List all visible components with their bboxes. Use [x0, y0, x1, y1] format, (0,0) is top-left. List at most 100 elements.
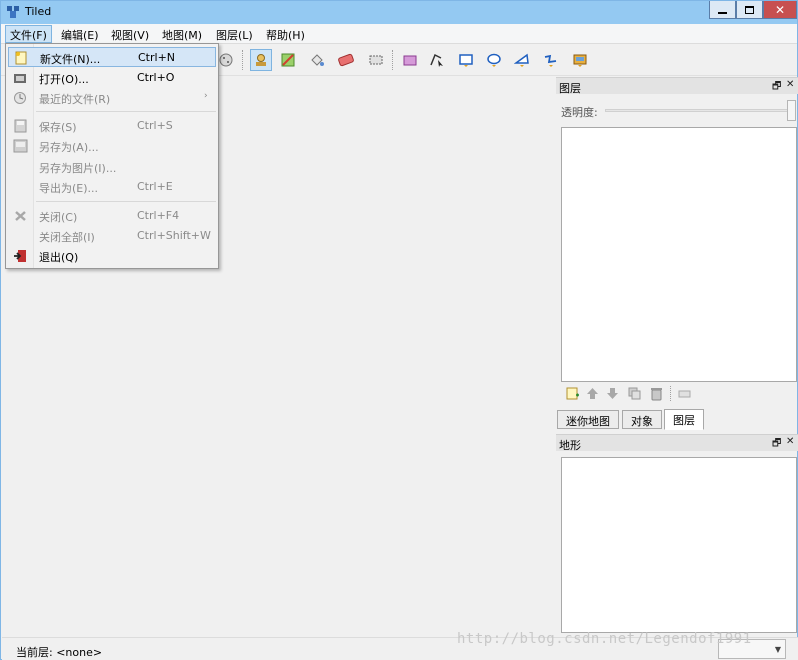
rect-select-icon: [369, 55, 383, 65]
menu-bar: 文件(F) 编辑(E) 视图(V) 地图(M) 图层(L) 帮助(H): [1, 24, 797, 44]
select-objects-icon: [403, 55, 417, 66]
save-icon: [14, 119, 27, 133]
toolbar-button-terrain[interactable]: [277, 49, 299, 71]
toolbar-button-polyline[interactable]: [540, 49, 562, 71]
menu-item-save-as-image[interactable]: 另存为图片(I)...: [8, 157, 216, 177]
menu-layer[interactable]: 图层(L): [211, 25, 258, 43]
layers-panel-header: 图层 🗗 ✕: [556, 77, 798, 96]
tab-objects[interactable]: 对象: [622, 410, 662, 429]
bucket-fill-icon: [311, 54, 324, 66]
menu-item-label: 另存为图片(I)...: [39, 162, 117, 175]
menu-item-label: 最近的文件(R): [39, 93, 111, 106]
window-title: Tiled: [25, 5, 52, 18]
toolbar-button-insert-tile[interactable]: [569, 49, 591, 71]
menu-item-close[interactable]: 关闭(C) Ctrl+F4: [8, 206, 216, 226]
menu-item-label: 保存(S): [39, 121, 77, 134]
menu-item-label: 导出为(E)...: [39, 182, 99, 195]
menu-item-close-all[interactable]: 关闭全部(I) Ctrl+Shift+W: [8, 226, 216, 246]
stamp-brush-icon: [256, 54, 266, 66]
close-panel-icon[interactable]: ✕: [786, 436, 794, 447]
polyline-icon: [544, 54, 557, 67]
title-bar[interactable]: Tiled ✕: [1, 1, 797, 24]
current-layer-status: 当前层: <none>: [16, 646, 103, 659]
menu-edit[interactable]: 编辑(E): [56, 25, 104, 43]
menu-view[interactable]: 视图(V): [106, 25, 154, 43]
move-layer-up-icon[interactable]: [585, 386, 600, 401]
opacity-slider-track[interactable]: [605, 109, 791, 112]
menu-item-open[interactable]: 打开(O)... Ctrl+O: [8, 68, 216, 88]
toolbar-button-polygon[interactable]: [511, 49, 533, 71]
terrain-list[interactable]: [561, 457, 797, 633]
float-panel-icon[interactable]: 🗗: [772, 79, 781, 96]
float-panel-icon[interactable]: 🗗: [772, 436, 781, 453]
menu-item-shortcut: Ctrl+Shift+W: [137, 229, 211, 242]
menu-item-export-as[interactable]: 导出为(E)... Ctrl+E: [8, 177, 216, 197]
toolbar-button-select[interactable]: [365, 49, 387, 71]
menu-separator: [36, 201, 216, 202]
menu-item-label: 另存为(A)...: [39, 141, 99, 154]
tab-minimap[interactable]: 迷你地图: [557, 410, 619, 429]
menu-item-shortcut: Ctrl+E: [137, 180, 173, 193]
menu-item-shortcut: Ctrl+F4: [137, 209, 180, 222]
close-icon: [15, 211, 26, 221]
toolbar-separator: [242, 50, 243, 70]
opacity-slider-handle[interactable]: [787, 100, 796, 121]
layers-panel: 图层 🗗 ✕: [556, 77, 798, 96]
menu-item-save[interactable]: 保存(S) Ctrl+S: [8, 116, 216, 136]
toolbar-button-edit-polygons[interactable]: [426, 49, 448, 71]
maximize-button[interactable]: [736, 1, 763, 19]
edit-polygon-icon: [430, 53, 443, 67]
file-menu-dropdown: 新文件(N)... Ctrl+N 打开(O)... Ctrl+O 最近的文件(R…: [5, 43, 219, 269]
delete-layer-icon[interactable]: [649, 386, 664, 401]
minimize-icon: [718, 11, 727, 14]
close-window-button[interactable]: ✕: [763, 1, 797, 19]
close-panel-icon[interactable]: ✕: [786, 79, 794, 90]
menu-item-label: 关闭全部(I): [39, 231, 95, 244]
layer-tools-bar: [561, 382, 797, 406]
move-layer-down-icon[interactable]: [605, 386, 620, 401]
menu-item-label: 打开(O)...: [39, 73, 89, 86]
terrain-brush-icon: [281, 53, 295, 67]
menu-item-save-as[interactable]: 另存为(A)...: [8, 136, 216, 156]
eraser-icon: [338, 53, 354, 67]
exit-icon: [14, 250, 26, 262]
ellipse-icon: [487, 53, 501, 67]
menu-file[interactable]: 文件(F): [5, 25, 52, 43]
new-layer-icon[interactable]: [565, 386, 580, 401]
toolbar-button-select-objects[interactable]: [399, 49, 421, 71]
layers-list[interactable]: [561, 127, 797, 382]
menu-map[interactable]: 地图(M): [157, 25, 207, 43]
open-icon: [14, 74, 26, 83]
tab-layers[interactable]: 图层: [664, 409, 704, 430]
polygon-icon: [514, 53, 529, 67]
insert-tile-icon: [573, 54, 587, 67]
toolbar-button-ellipse[interactable]: [483, 49, 505, 71]
app-window: Tiled ✕ 文件(F) 编辑(E) 视图(V) 地图(M) 图层(L) 帮助…: [0, 0, 798, 660]
rectangle-icon: [459, 54, 473, 67]
layer-tools-separator: [670, 386, 671, 401]
close-icon: ✕: [774, 2, 786, 17]
toggle-layer-icon[interactable]: [677, 386, 692, 401]
menu-item-shortcut: Ctrl+N: [138, 51, 176, 64]
dice-icon: [219, 53, 233, 67]
menu-item-exit[interactable]: 退出(Q): [8, 246, 216, 266]
menu-separator: [36, 111, 216, 112]
submenu-arrow-icon: ›: [204, 91, 208, 101]
menu-item-label: 退出(Q): [39, 251, 79, 264]
watermark: http://blog.csdn.net/Legendof1991: [457, 631, 752, 647]
menu-item-recent-files[interactable]: 最近的文件(R) ›: [8, 88, 216, 108]
toolbar-button-stamp[interactable]: [250, 49, 272, 71]
menu-item-new-file[interactable]: 新文件(N)... Ctrl+N: [8, 47, 216, 67]
menu-item-shortcut: Ctrl+O: [137, 71, 175, 84]
minimize-button[interactable]: [709, 1, 736, 19]
save-as-icon: [13, 139, 28, 153]
new-file-icon: [15, 51, 27, 65]
toolbar-button-rectangle[interactable]: [455, 49, 477, 71]
duplicate-layer-icon[interactable]: [627, 386, 642, 401]
menu-help[interactable]: 帮助(H): [261, 25, 310, 43]
terrain-panel-header: 地形 🗗 ✕: [556, 434, 798, 453]
toolbar-button-fill[interactable]: [306, 49, 328, 71]
toolbar-button-eraser[interactable]: [335, 49, 357, 71]
menu-item-label: 新文件(N)...: [40, 53, 101, 66]
terrain-panel: 地形 🗗 ✕: [556, 434, 798, 453]
